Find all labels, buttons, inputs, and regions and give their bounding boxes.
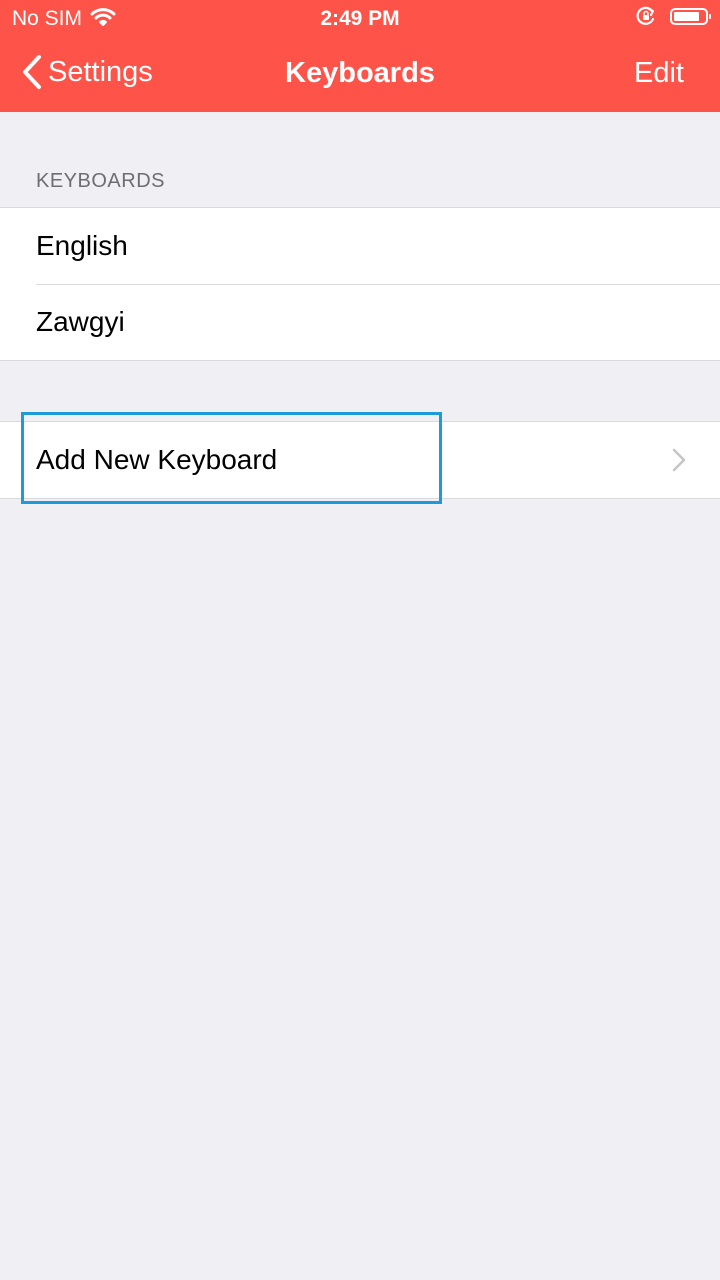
status-right	[636, 6, 711, 26]
keyboards-section-header: KEYBOARDS	[36, 170, 165, 192]
keyboards-list: English Zawgyi	[0, 207, 720, 361]
keyboard-item-zawgyi[interactable]: Zawgyi	[0, 284, 720, 360]
keyboard-item-label: Zawgyi	[36, 306, 125, 337]
page-title: Keyboards	[285, 57, 435, 89]
battery-icon	[670, 7, 711, 25]
keyboard-item-label: English	[36, 230, 128, 261]
orientation-lock-icon	[636, 6, 655, 25]
add-new-keyboard-label: Add New Keyboard	[36, 444, 278, 475]
edit-button[interactable]: Edit	[634, 57, 684, 90]
add-new-keyboard-button[interactable]: Add New Keyboard	[0, 422, 720, 498]
keyboard-item-english[interactable]: English	[0, 208, 720, 284]
chevron-right-icon	[672, 448, 686, 472]
add-keyboard-group: Add New Keyboard	[0, 421, 720, 499]
nav-bar: Settings Keyboards Edit	[0, 36, 720, 112]
status-time: 2:49 PM	[320, 7, 400, 30]
header: No SIM 2:49 PM Settings Keyboards Edit	[0, 0, 720, 112]
status-bar: No SIM 2:49 PM	[0, 0, 720, 36]
